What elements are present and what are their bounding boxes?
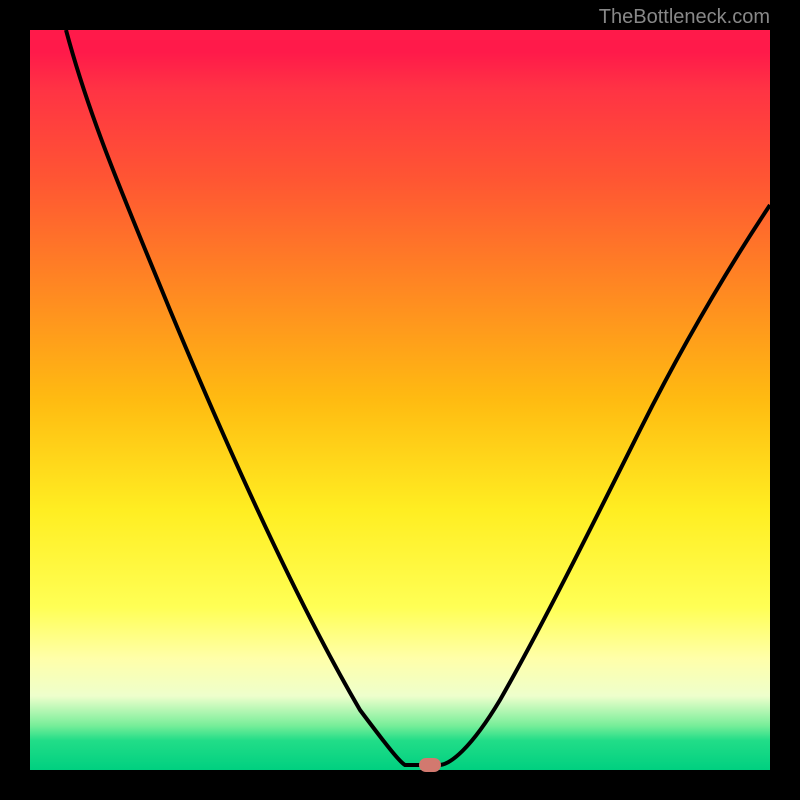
curve-path — [66, 30, 770, 765]
chart-container: TheBottleneck.com — [0, 0, 800, 800]
watermark-text: TheBottleneck.com — [599, 6, 770, 29]
optimal-point-marker — [419, 758, 441, 772]
plot-area — [30, 30, 770, 770]
bottleneck-curve — [30, 30, 770, 770]
